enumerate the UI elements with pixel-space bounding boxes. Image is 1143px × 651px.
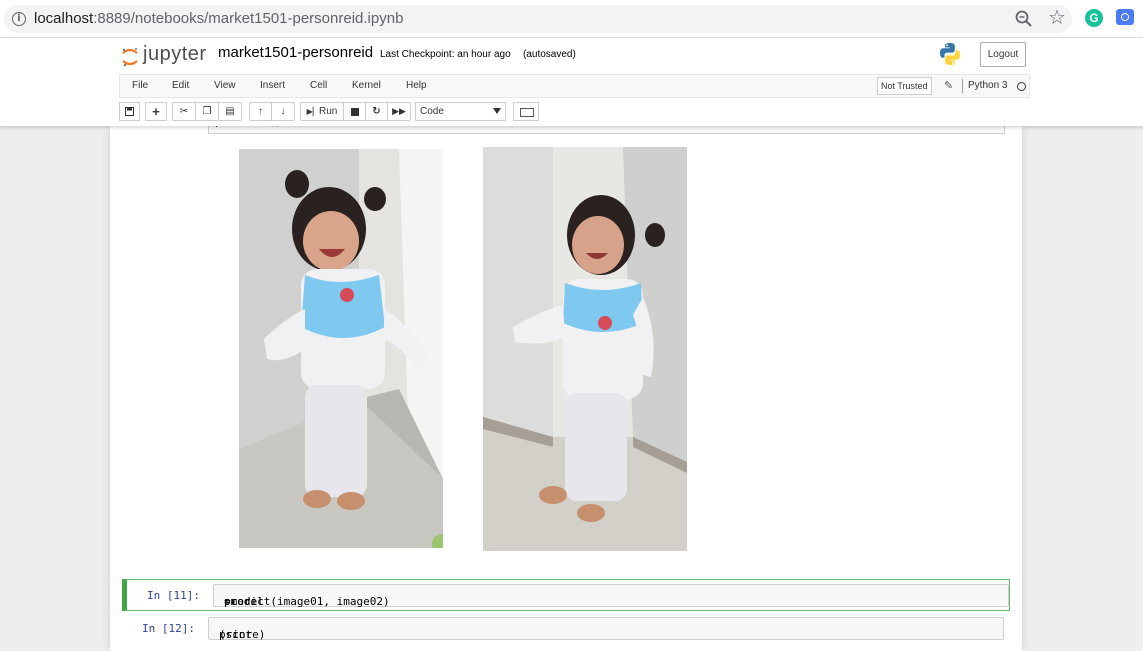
menu-insert[interactable]: Insert — [260, 80, 285, 91]
stop-icon — [350, 108, 359, 116]
kernel-idle-icon — [1017, 82, 1026, 91]
page-scrollbar[interactable] — [1135, 126, 1143, 651]
restart-button[interactable]: ↻ — [365, 102, 388, 121]
caret-down-icon — [493, 108, 501, 114]
url-host: localhost — [34, 10, 94, 27]
interrupt-button[interactable] — [343, 102, 366, 121]
notebook-container[interactable]: plt.show() — [110, 122, 1022, 651]
run-button[interactable]: ▶▏Run — [300, 102, 344, 121]
copy-icon: ❐ — [202, 106, 212, 117]
code-token: (score) — [219, 628, 266, 641]
save-icon — [125, 107, 134, 116]
kernel-divider — [962, 79, 963, 93]
edit-pencil-icon[interactable]: ✎ — [944, 79, 953, 92]
jupyter-header: jupyter market1501-personreid Last Check… — [0, 38, 1143, 126]
paste-icon: ▤ — [225, 106, 235, 117]
cell-type-value: Code — [420, 106, 444, 117]
move-up-button[interactable]: ↑ — [249, 102, 272, 121]
insert-cell-button[interactable]: + — [145, 102, 167, 121]
info-icon[interactable]: i — [12, 12, 26, 26]
move-down-button[interactable]: ↓ — [271, 102, 295, 121]
command-palette-button[interactable] — [513, 102, 539, 121]
jupyter-logo-icon — [122, 48, 138, 67]
arrow-up-icon: ↑ — [258, 106, 263, 117]
autosave-status: (autosaved) — [523, 49, 576, 60]
code-editor[interactable]: score = model. predict(image01, image02) — [213, 584, 1009, 608]
bookmark-star-icon[interactable]: ☆ — [1048, 8, 1066, 28]
python-logo-icon — [940, 43, 960, 65]
save-button[interactable] — [119, 102, 140, 121]
fast-forward-icon: ▶▶ — [392, 106, 406, 116]
menu-edit[interactable]: Edit — [172, 80, 189, 91]
run-label: Run — [318, 106, 338, 117]
restart-icon: ↻ — [372, 106, 381, 117]
logout-button[interactable]: Logout — [980, 42, 1026, 67]
jupyter-wordmark: jupyter — [143, 43, 207, 65]
copy-button[interactable]: ❐ — [195, 102, 219, 121]
menu-kernel[interactable]: Kernel — [352, 80, 381, 91]
cut-button[interactable]: ✂ — [172, 102, 196, 121]
scissors-icon: ✂ — [179, 106, 189, 117]
last-checkpoint: Last Checkpoint: an hour ago — [380, 49, 511, 60]
input-prompt: In [12]: — [142, 622, 195, 635]
menu-bar: File Edit View Insert Cell Kernel Help N… — [119, 74, 1030, 98]
input-prompt: In [11]: — [147, 589, 200, 602]
plus-icon: + — [152, 104, 160, 119]
notebook-name[interactable]: market1501-personreid — [218, 44, 373, 61]
code-cell-11[interactable]: In [11]: score = model. predict(image01, … — [122, 579, 1010, 611]
url-path: :8889/notebooks/market1501-personreid.ip… — [93, 10, 404, 27]
code-token: predict(image01, image02) — [224, 595, 390, 608]
child-photo-2 — [483, 147, 687, 551]
arrow-down-icon: ↓ — [280, 106, 286, 117]
child-photo-1 — [239, 149, 443, 548]
menu-cell[interactable]: Cell — [310, 80, 327, 91]
output-image-child-1 — [239, 149, 443, 548]
url-text[interactable]: localhost:8889/notebooks/market1501-pers… — [34, 10, 403, 27]
paste-button[interactable]: ▤ — [218, 102, 242, 121]
zoom-icon[interactable] — [1014, 9, 1034, 29]
code-editor[interactable]: print (score) — [208, 617, 1004, 641]
address-bar[interactable]: i localhost:8889/notebooks/market1501-pe… — [4, 5, 1072, 33]
code-cell-12[interactable]: In [12]: print (score) — [122, 613, 1010, 645]
trust-indicator[interactable]: Not Trusted — [877, 77, 932, 95]
output-image-child-2 — [483, 147, 687, 551]
cell-type-select[interactable]: Code — [415, 102, 506, 121]
camera-extension-icon[interactable] — [1116, 9, 1134, 25]
kernel-name[interactable]: Python 3 — [968, 80, 1007, 91]
grammarly-extension-icon[interactable]: G — [1085, 9, 1103, 27]
menu-view[interactable]: View — [214, 80, 236, 91]
run-icon: ▶▏ — [306, 107, 319, 116]
browser-toolbar: i localhost:8889/notebooks/market1501-pe… — [0, 0, 1143, 38]
menu-help[interactable]: Help — [406, 80, 427, 91]
restart-run-all-button[interactable]: ▶▶ — [387, 102, 411, 121]
menu-file[interactable]: File — [132, 80, 148, 91]
